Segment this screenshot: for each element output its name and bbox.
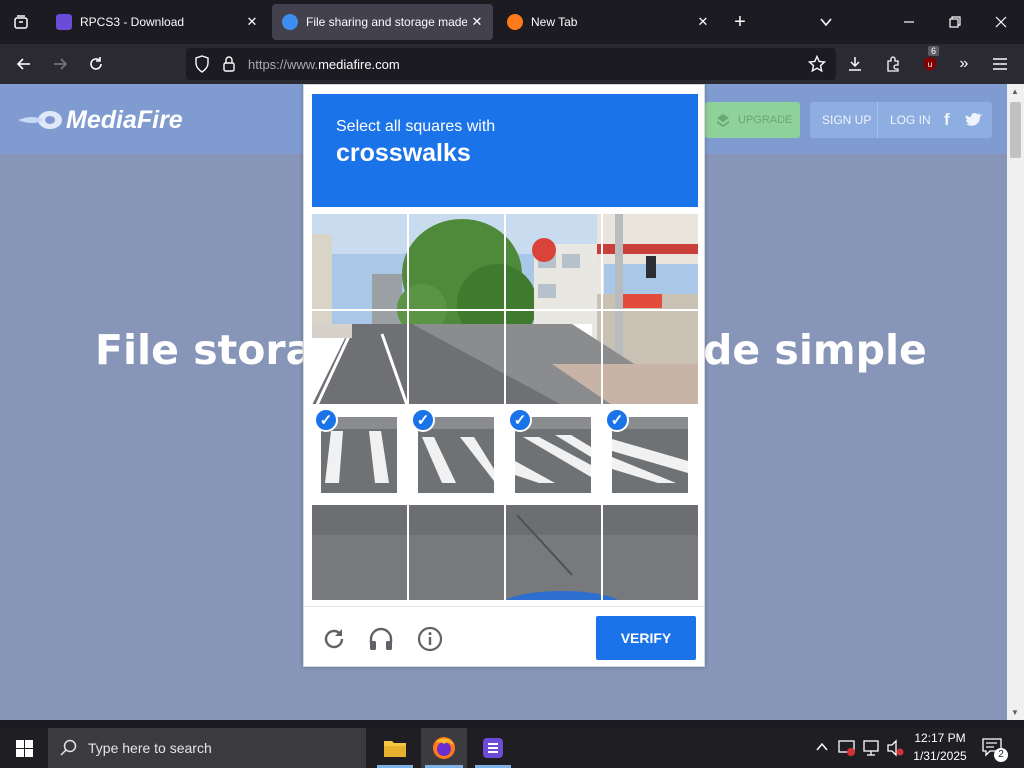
- selected-check-icon: ✓: [508, 408, 532, 432]
- restore-button[interactable]: [932, 0, 978, 44]
- mediafire-logo-icon[interactable]: [18, 108, 64, 137]
- upgrade-icon: [715, 112, 731, 133]
- list-tabs-chevron-down-icon[interactable]: [808, 0, 844, 44]
- page-scrollbar[interactable]: ▲ ▼: [1007, 84, 1024, 720]
- navigation-toolbar: https://www.mediafire.com u 6 »: [0, 44, 1024, 84]
- captcha-tile-selected[interactable]: ✓: [506, 405, 602, 501]
- rpcs3-favicon-icon: [56, 14, 72, 30]
- firefox-favicon-icon: [507, 14, 523, 30]
- close-tab-icon[interactable]: ✕: [242, 14, 262, 30]
- overflow-chevron-icon[interactable]: »: [950, 50, 978, 78]
- menu-hamburger-icon[interactable]: [986, 50, 1014, 78]
- sign-up-link[interactable]: SIGN UP: [822, 113, 871, 127]
- start-windows-icon[interactable]: [0, 728, 48, 768]
- grid-divider: [504, 214, 506, 600]
- selected-check-icon: ✓: [605, 408, 629, 432]
- scroll-up-arrow-icon[interactable]: ▲: [1011, 87, 1019, 96]
- twitter-icon[interactable]: [965, 112, 983, 133]
- info-icon[interactable]: [415, 624, 445, 654]
- close-tab-icon[interactable]: ✕: [693, 14, 713, 30]
- tab-title: File sharing and storage made simple: [306, 15, 467, 29]
- file-explorer-icon[interactable]: [373, 728, 417, 768]
- url-prefix: https://www.: [248, 57, 319, 72]
- divider: [877, 102, 878, 138]
- site-logo[interactable]: MediaFire: [66, 106, 183, 135]
- ublock-origin-icon[interactable]: u 6: [916, 46, 944, 78]
- extension-badge: 6: [928, 46, 940, 56]
- notification-count-badge: 2: [994, 748, 1008, 762]
- captcha-target: crosswalks: [336, 139, 471, 167]
- scroll-down-arrow-icon[interactable]: ▼: [1011, 708, 1019, 717]
- selected-check-icon: ✓: [314, 408, 338, 432]
- taskbar-search-input[interactable]: Type here to search: [48, 728, 366, 768]
- captcha-tile-selected[interactable]: ✓: [312, 405, 408, 501]
- tab-title: New Tab: [531, 15, 578, 29]
- captcha-tile-selected[interactable]: ✓: [603, 405, 698, 501]
- audio-challenge-headphones-icon[interactable]: [366, 624, 396, 654]
- extensions-puzzle-icon[interactable]: [879, 50, 907, 78]
- forward-arrow-icon[interactable]: [46, 50, 74, 78]
- captcha-challenge: Select all squares with crosswalks ✓ ✓ ✓…: [303, 84, 705, 667]
- shield-icon[interactable]: [194, 55, 210, 78]
- captcha-prompt: Select all squares with: [336, 118, 496, 135]
- rpcs3-taskbar-icon[interactable]: [471, 728, 515, 768]
- new-tab-button[interactable]: +: [722, 0, 758, 44]
- url-text: https://www.mediafire.com: [248, 57, 400, 72]
- captcha-header: Select all squares with crosswalks: [312, 94, 698, 207]
- tab-overview-icon[interactable]: [0, 0, 42, 44]
- url-domain: mediafire.com: [318, 57, 400, 72]
- downloads-icon[interactable]: [841, 50, 869, 78]
- bookmark-star-icon[interactable]: [803, 50, 831, 78]
- grid-divider: [601, 214, 603, 600]
- selected-check-icon: ✓: [411, 408, 435, 432]
- show-hidden-icons-chevron-up-icon[interactable]: [815, 740, 829, 759]
- grid-divider: [407, 214, 409, 600]
- hero-right-text: de simple: [703, 326, 927, 374]
- scrollbar-thumb[interactable]: [1010, 102, 1021, 158]
- volume-muted-icon[interactable]: [886, 739, 904, 762]
- minimize-button[interactable]: [886, 0, 932, 44]
- upgrade-button[interactable]: UPGRADE: [705, 102, 800, 138]
- svg-text:u: u: [928, 60, 932, 69]
- tab-mediafire[interactable]: File sharing and storage made simple ✕: [272, 4, 493, 40]
- close-window-button[interactable]: [978, 0, 1024, 44]
- footer-divider: [304, 606, 704, 607]
- tab-title: RPCS3 - Download: [80, 15, 185, 29]
- search-placeholder: Type here to search: [88, 740, 212, 756]
- facebook-icon[interactable]: f: [944, 110, 950, 130]
- lock-icon[interactable]: [222, 55, 236, 78]
- back-arrow-icon[interactable]: [10, 50, 38, 78]
- account-bar: SIGN UP LOG IN f: [810, 102, 992, 138]
- windows-taskbar: Type here to search 12:17 PM 1/31/2025 2: [0, 728, 1024, 768]
- search-icon: [60, 739, 78, 760]
- clock-time[interactable]: 12:17 PM: [907, 731, 973, 745]
- verify-button[interactable]: VERIFY: [596, 616, 696, 660]
- mediafire-favicon-icon: [282, 14, 298, 30]
- reload-challenge-icon[interactable]: [319, 624, 349, 654]
- network-icon[interactable]: [862, 739, 880, 762]
- tab-strip: RPCS3 - Download ✕ File sharing and stor…: [0, 0, 1024, 44]
- tab-new-tab[interactable]: New Tab ✕: [497, 4, 719, 40]
- address-bar[interactable]: https://www.mediafire.com: [186, 48, 836, 80]
- tab-rpcs3[interactable]: RPCS3 - Download ✕: [46, 4, 268, 40]
- close-tab-icon[interactable]: ✕: [467, 14, 487, 30]
- log-in-link[interactable]: LOG IN: [890, 113, 931, 127]
- reload-icon[interactable]: [82, 50, 110, 78]
- captcha-tile-selected[interactable]: ✓: [409, 405, 505, 501]
- update-tray-icon[interactable]: [838, 739, 856, 762]
- clock-date[interactable]: 1/31/2025: [907, 749, 973, 763]
- firefox-taskbar-icon[interactable]: [421, 728, 467, 768]
- upgrade-label: UPGRADE: [738, 114, 793, 126]
